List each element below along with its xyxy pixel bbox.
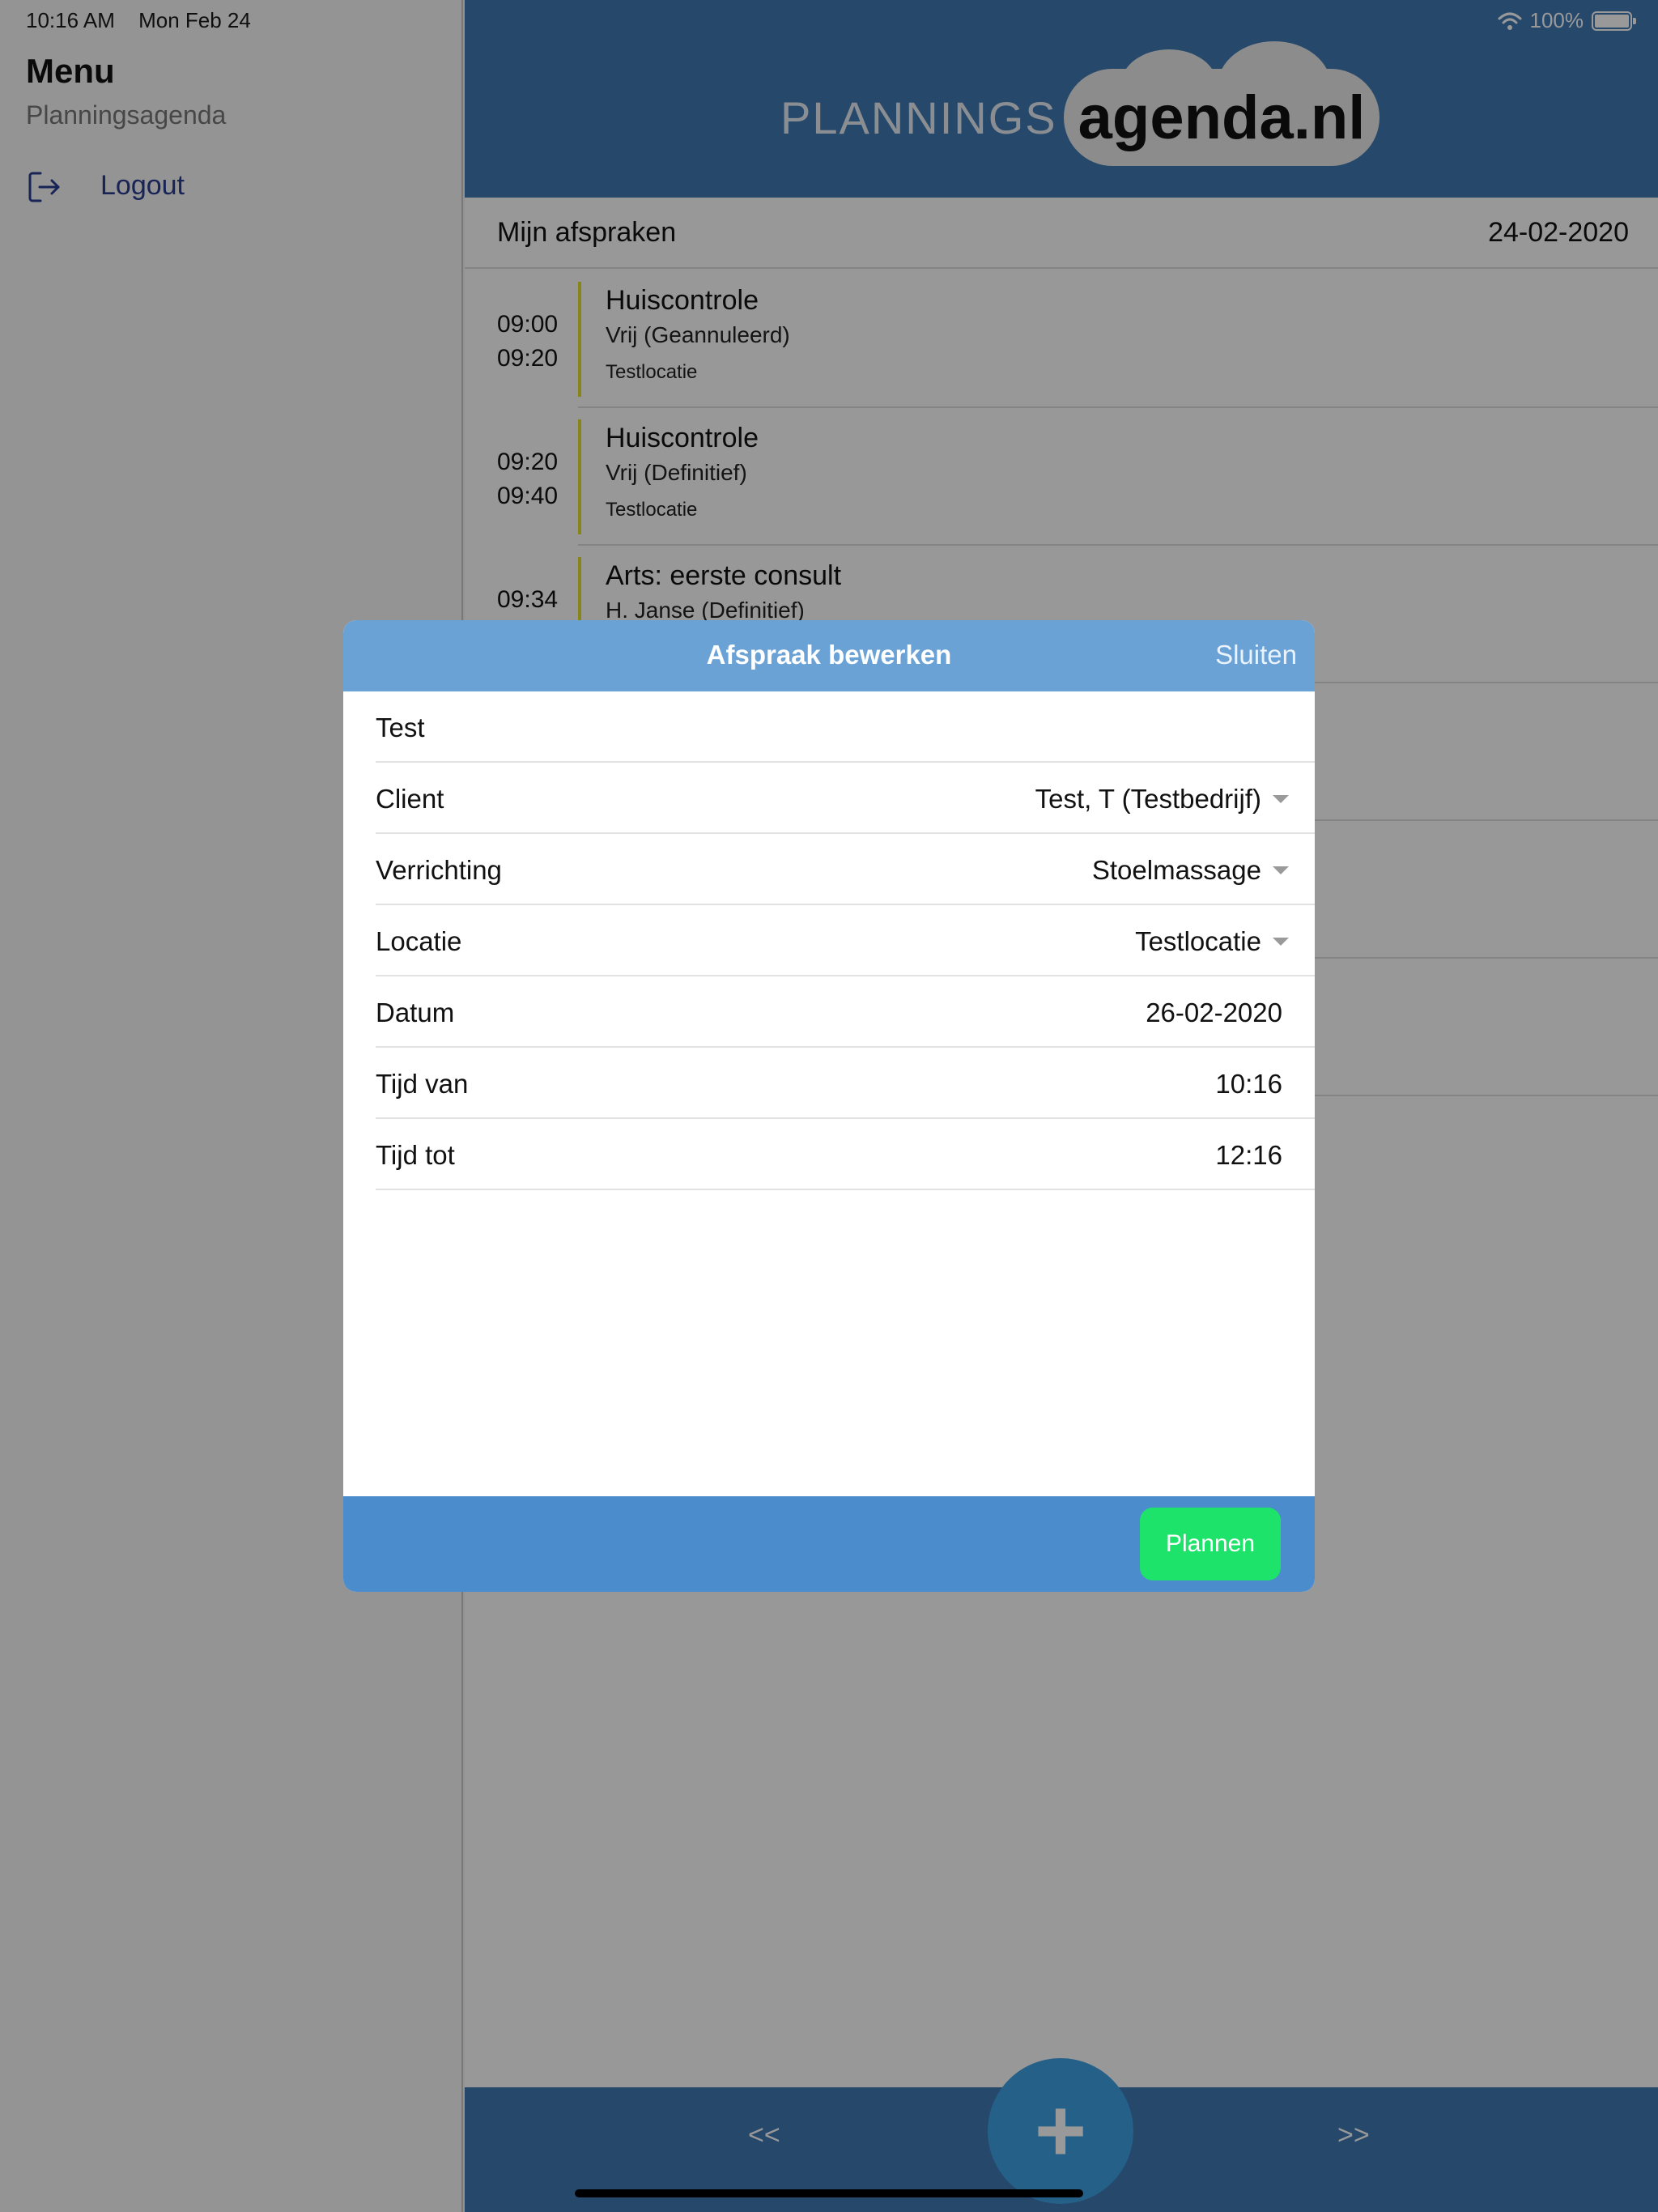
field-label: Verrichting [376,855,502,885]
dialog-header: Afspraak bewerken Sluiten [343,620,1315,691]
dialog-title: Afspraak bewerken [706,640,952,670]
chevron-down-icon [1273,938,1289,946]
chevron-down-icon [1273,866,1289,874]
date-field[interactable]: Datum 26-02-2020 [376,976,1315,1048]
field-value: Testlocatie [1135,926,1261,956]
appointment-name-field[interactable]: Test [376,691,1315,763]
end-time-field[interactable]: Tijd tot 12:16 [376,1119,1315,1190]
field-label: Tijd tot [376,1140,455,1170]
field-label: Locatie [376,926,462,956]
edit-appointment-dialog: Afspraak bewerken Sluiten Test Client Te… [343,620,1315,1592]
field-label: Tijd van [376,1069,469,1099]
field-value: Stoelmassage [1091,855,1261,885]
dialog-footer: Plannen [343,1496,1315,1592]
home-indicator[interactable] [575,2189,1083,2197]
field-value: 10:16 [1215,1069,1282,1099]
location-select[interactable]: Locatie Testlocatie [376,905,1315,976]
treatment-select[interactable]: Verrichting Stoelmassage [376,834,1315,905]
appointment-name-value: Test [376,713,425,742]
start-time-field[interactable]: Tijd van 10:16 [376,1048,1315,1119]
plan-button[interactable]: Plannen [1140,1508,1281,1580]
field-value: 12:16 [1215,1140,1282,1170]
field-label: Client [376,784,444,814]
close-button[interactable]: Sluiten [1215,640,1297,670]
chevron-down-icon [1273,795,1289,803]
field-label: Datum [376,998,455,1027]
field-value: Test, T (Testbedrijf) [1035,784,1261,814]
field-value: 26-02-2020 [1146,998,1282,1027]
client-select[interactable]: Client Test, T (Testbedrijf) [376,763,1315,834]
